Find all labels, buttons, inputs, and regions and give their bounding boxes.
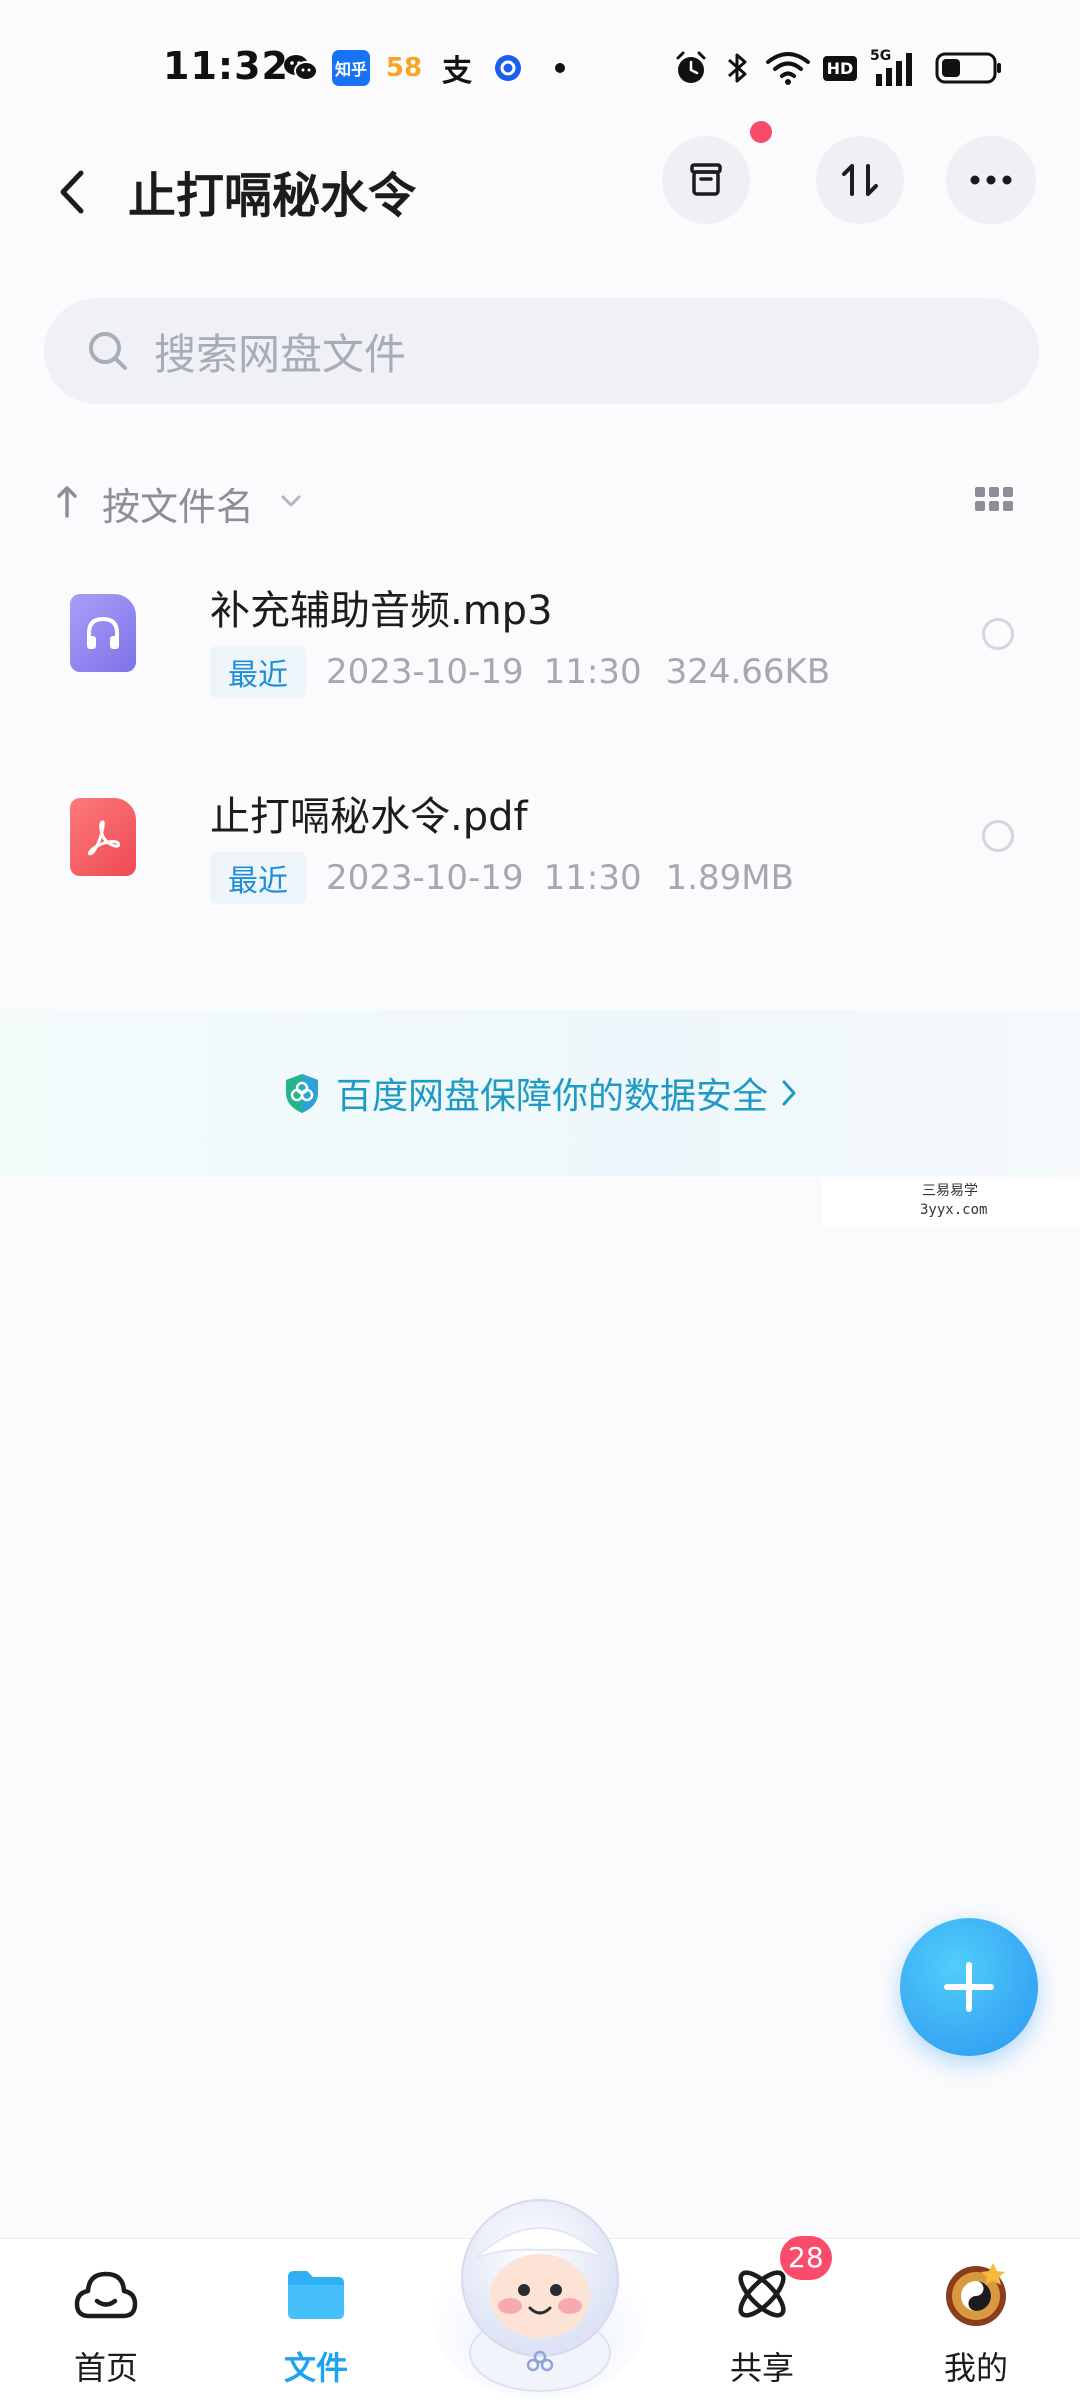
- file-row[interactable]: 补充辅助音频.mp3 最近 2023-10-19 11:30 324.66KB: [0, 550, 1080, 720]
- dot-icon: [550, 50, 570, 86]
- nav-item-home[interactable]: 首页: [26, 2239, 186, 2400]
- file-name: 止打嗝秘水令.pdf: [210, 794, 528, 840]
- search-placeholder: 搜索网盘文件: [154, 329, 407, 379]
- file-date: 2023-10-19: [326, 858, 524, 898]
- sort-button[interactable]: 按文件名: [52, 470, 332, 530]
- mascot-button[interactable]: [430, 2178, 650, 2400]
- hd-icon: HD: [822, 48, 858, 88]
- back-button[interactable]: [44, 160, 100, 224]
- nav-label: 文件: [283, 2349, 348, 2387]
- nav-label: 共享: [729, 2349, 794, 2387]
- pdf-file-icon: [70, 798, 136, 876]
- recent-badge: 最近: [210, 646, 306, 698]
- notification-dot: [750, 121, 772, 143]
- watermark: 三易易学 3yyx.com: [822, 1178, 1080, 1226]
- alarm-icon: [672, 48, 710, 88]
- nav-label: 首页: [73, 2349, 138, 2387]
- shield-icon: [285, 1074, 318, 1113]
- nav-item-me[interactable]: 我的: [896, 2239, 1056, 2400]
- file-meta: 最近 2023-10-19 11:30 1.89MB: [210, 852, 794, 904]
- more-button[interactable]: [946, 136, 1036, 224]
- cloud-icon: [71, 2259, 141, 2329]
- file-time: 11:30: [543, 858, 642, 898]
- more-icon: [970, 175, 1012, 185]
- acrobat-icon: [87, 820, 121, 856]
- grid-view-button[interactable]: [970, 478, 1020, 522]
- plus-icon: [944, 1962, 994, 2012]
- grid-view-icon: [975, 487, 1013, 511]
- watermark-url: 3yyx.com: [920, 1202, 988, 1218]
- wifi-icon: [764, 48, 812, 88]
- security-banner[interactable]: 百度网盘保障你的数据安全: [0, 1010, 1080, 1176]
- transfer-button[interactable]: [816, 136, 904, 224]
- recent-badge: 最近: [210, 852, 306, 904]
- nav-label: 我的: [943, 2349, 1008, 2387]
- headphones-icon: [87, 616, 119, 649]
- file-date: 2023-10-19: [326, 652, 524, 692]
- folder-icon: [281, 2259, 351, 2329]
- app-circle-icon: [490, 50, 526, 86]
- mascot-icon: [432, 2199, 648, 2398]
- archive-icon: [690, 163, 722, 196]
- wechat-icon: [282, 50, 318, 86]
- file-meta: 最近 2023-10-19 11:30 324.66KB: [210, 646, 830, 698]
- bluetooth-icon: [722, 48, 752, 88]
- arrow-up-icon: [57, 486, 77, 518]
- share-count-badge: 28: [780, 2236, 832, 2280]
- alipay-icon: 支: [442, 54, 472, 89]
- sort-label: 按文件名: [102, 485, 255, 529]
- chevron-left-icon: [60, 170, 84, 214]
- transfer-icon: [842, 164, 878, 196]
- security-text: 百度网盘保障你的数据安全: [335, 1076, 768, 1117]
- chevron-right-icon: [782, 1080, 796, 1106]
- nav-item-files[interactable]: 文件: [236, 2239, 396, 2400]
- search-icon: [89, 332, 127, 370]
- signal-5g-icon: 5G: [870, 48, 922, 88]
- search-input[interactable]: 搜索网盘文件: [44, 298, 1039, 404]
- status-bar: 11:32 知乎 58 支 HD 5G: [0, 0, 1080, 136]
- sort-row: 按文件名: [0, 470, 1080, 530]
- watermark-cn: 三易易学: [922, 1183, 978, 1199]
- avatar: [941, 2259, 1011, 2329]
- archive-button[interactable]: [662, 136, 750, 224]
- file-size: 1.89MB: [665, 858, 794, 898]
- select-checkbox[interactable]: [982, 618, 1014, 650]
- audio-file-icon: [70, 594, 136, 672]
- 58-icon: 58: [385, 53, 423, 83]
- file-row[interactable]: 止打嗝秘水令.pdf 最近 2023-10-19 11:30 1.89MB: [0, 754, 1080, 924]
- file-time: 11:30: [543, 652, 642, 692]
- select-checkbox[interactable]: [982, 820, 1014, 852]
- zhihu-icon: 知乎: [332, 50, 370, 86]
- header: 止打嗝秘水令: [0, 136, 1080, 246]
- status-time: 11:32: [163, 44, 289, 88]
- battery-icon: [934, 48, 1004, 88]
- file-size: 324.66KB: [665, 652, 831, 692]
- file-name: 补充辅助音频.mp3: [210, 588, 553, 634]
- page-title: 止打嗝秘水令: [128, 168, 417, 224]
- chevron-down-icon: [281, 495, 301, 507]
- add-button[interactable]: [900, 1918, 1038, 2056]
